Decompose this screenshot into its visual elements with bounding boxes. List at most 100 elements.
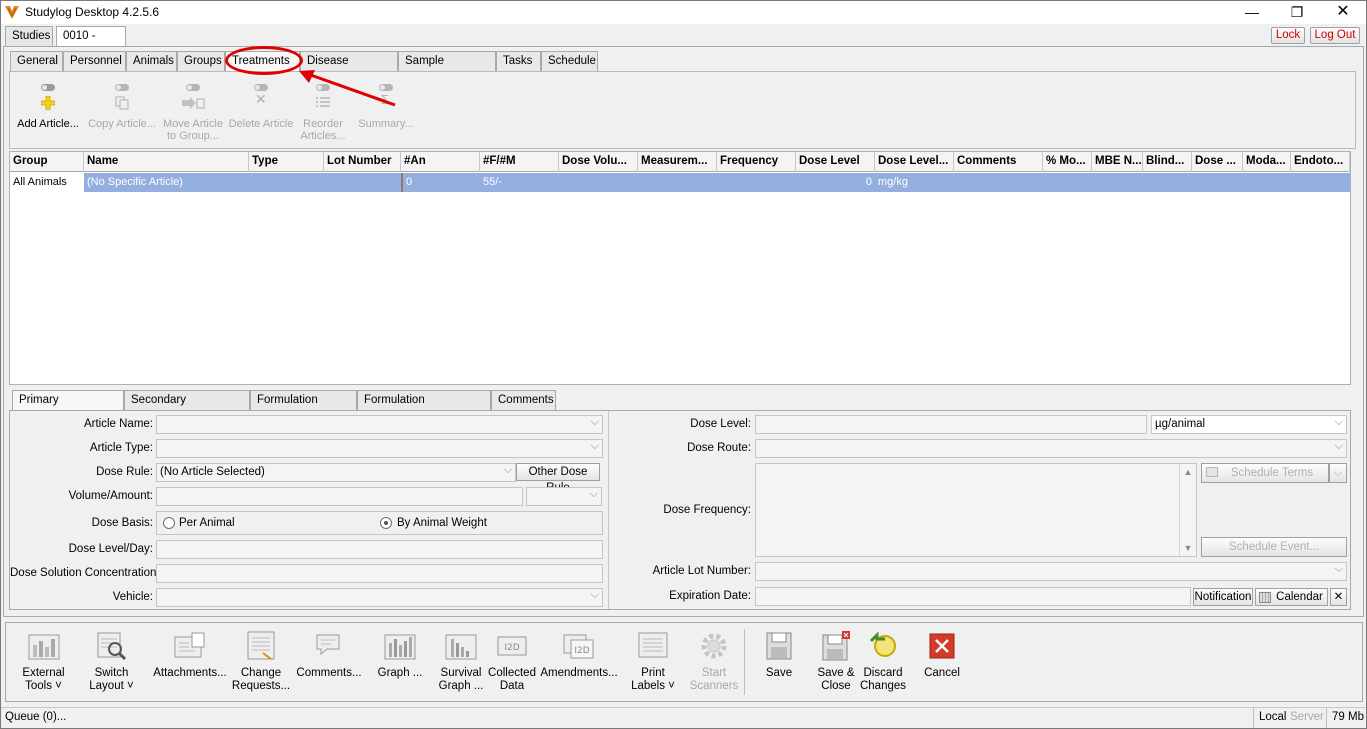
scrollbar[interactable]: ▲ ▼ bbox=[1179, 464, 1196, 556]
schedule-terms-label: Schedule Terms bbox=[1230, 467, 1314, 479]
reorder-articles-button[interactable]: Reorder Articles... bbox=[298, 82, 348, 142]
tab-general[interactable]: General bbox=[10, 51, 63, 71]
attachments-button[interactable]: Attachments... bbox=[150, 631, 230, 680]
maximize-button[interactable]: ❐ bbox=[1274, 1, 1320, 24]
server-status: Server bbox=[1290, 711, 1324, 723]
start-scanners-button[interactable]: Start Scanners bbox=[688, 631, 740, 693]
calendar-button[interactable]: Calendar bbox=[1255, 588, 1328, 606]
discard-changes-button[interactable]: Discard Changes bbox=[856, 631, 910, 693]
amendments-button[interactable]: I2D Amendments... bbox=[539, 631, 619, 680]
tab-formulation-components[interactable]: Formulation Components bbox=[357, 390, 491, 424]
dose-route-select[interactable] bbox=[755, 438, 1347, 458]
tab-animals[interactable]: Animals bbox=[126, 51, 177, 71]
move-article-button[interactable]: Move Article to Group... bbox=[160, 82, 226, 142]
tab-comments[interactable]: Comments bbox=[491, 390, 556, 410]
splitter[interactable] bbox=[608, 411, 609, 609]
column-header[interactable]: % Mo... bbox=[1043, 152, 1092, 172]
volume-unit-select[interactable] bbox=[526, 486, 602, 506]
tab-schedule[interactable]: Schedule bbox=[541, 51, 598, 71]
save-and-close-button[interactable]: Save & Close bbox=[810, 631, 862, 693]
column-header[interactable]: Group bbox=[10, 152, 84, 172]
summary-button[interactable]: Σ Summary... bbox=[354, 82, 418, 130]
tab-disease-induction[interactable]: Disease Induction bbox=[300, 51, 398, 85]
save-button[interactable]: Save bbox=[754, 631, 804, 680]
lock-button[interactable]: Lock bbox=[1271, 27, 1305, 44]
column-header[interactable]: Dose Level... bbox=[875, 152, 954, 172]
scroll-up-icon[interactable]: ▲ bbox=[1180, 464, 1196, 480]
copy-article-button[interactable]: Copy Article... bbox=[86, 82, 158, 130]
tab-groups[interactable]: Groups bbox=[177, 51, 225, 71]
print-labels-icon bbox=[637, 631, 669, 661]
clear-date-button[interactable]: ✕ bbox=[1330, 588, 1347, 606]
change-requests-button[interactable]: Change Requests... bbox=[230, 631, 292, 693]
per-animal-radio[interactable] bbox=[163, 517, 175, 529]
vehicle-select[interactable] bbox=[156, 587, 603, 607]
external-tools-button[interactable]: External Tools ˅ bbox=[16, 631, 71, 693]
by-animal-weight-radio[interactable] bbox=[380, 517, 392, 529]
tab-sample-collection[interactable]: Sample Collection bbox=[398, 51, 496, 85]
column-header[interactable]: Endoto... bbox=[1291, 152, 1350, 172]
dose-level-input[interactable] bbox=[755, 415, 1147, 434]
minimize-button[interactable]: — bbox=[1229, 1, 1275, 24]
column-header[interactable]: Moda... bbox=[1243, 152, 1291, 172]
article-type-select[interactable] bbox=[156, 438, 603, 458]
survival-graph-button[interactable]: Survival Graph ... bbox=[436, 631, 486, 693]
comments-button[interactable]: Comments... bbox=[296, 631, 362, 680]
column-header[interactable]: Type bbox=[249, 152, 324, 172]
column-header[interactable]: Blind... bbox=[1143, 152, 1192, 172]
column-header[interactable]: Comments bbox=[954, 152, 1043, 172]
volume-amount-input[interactable] bbox=[156, 487, 523, 506]
btn-label: Survival bbox=[440, 667, 482, 679]
column-header[interactable]: Dose Volu... bbox=[559, 152, 638, 172]
column-header[interactable]: Frequency bbox=[717, 152, 796, 172]
column-header[interactable]: Dose ... bbox=[1192, 152, 1243, 172]
column-header[interactable]: #An bbox=[401, 152, 480, 172]
scroll-down-icon[interactable]: ▼ bbox=[1180, 540, 1196, 556]
delete-article-button[interactable]: ✕ Delete Article bbox=[228, 82, 294, 130]
article-lot-number-select[interactable] bbox=[755, 561, 1347, 581]
column-header[interactable]: MBE N... bbox=[1092, 152, 1143, 172]
tab-primary-information[interactable]: Primary Information bbox=[12, 390, 124, 424]
tab-secondary-information[interactable]: Secondary Information bbox=[124, 390, 250, 424]
article-name-select[interactable] bbox=[156, 414, 603, 434]
dose-route-label: Dose Route: bbox=[687, 442, 751, 454]
dose-frequency-textarea[interactable]: ▲ ▼ bbox=[755, 463, 1197, 557]
tab-formulation-details[interactable]: Formulation Details bbox=[250, 390, 357, 424]
reorder-list-icon bbox=[313, 82, 333, 114]
schedule-terms-dropdown-icon[interactable]: ⌵ bbox=[1329, 463, 1347, 483]
graph-button[interactable]: Graph ... bbox=[372, 631, 428, 680]
tab-treatments[interactable]: Treatments bbox=[225, 51, 300, 72]
collected-data-button[interactable]: I2D Collected Data bbox=[488, 631, 536, 693]
other-dose-rule-button[interactable]: Other Dose Rule bbox=[516, 463, 600, 494]
dose-rule-select[interactable]: (No Article Selected) bbox=[156, 462, 516, 482]
expiration-date-input[interactable] bbox=[755, 587, 1191, 606]
dose-solution-label: Dose Solution Concentration: bbox=[10, 567, 160, 579]
column-header[interactable]: Measurem... bbox=[638, 152, 717, 172]
column-header[interactable]: Lot Number bbox=[324, 152, 401, 172]
logout-button[interactable]: Log Out bbox=[1310, 27, 1360, 44]
btn-label: Attachments... bbox=[153, 667, 227, 679]
title-bar: Studylog Desktop 4.2.5.6 — ❐ ✕ bbox=[1, 1, 1366, 24]
dose-level-unit-select[interactable]: µg/animal bbox=[1151, 414, 1347, 434]
print-labels-button[interactable]: Print Labels ˅ bbox=[626, 631, 680, 693]
dose-solution-input[interactable] bbox=[156, 564, 603, 583]
column-header[interactable]: Dose Level bbox=[796, 152, 875, 172]
tab-tasks[interactable]: Tasks bbox=[496, 51, 541, 71]
notification-button[interactable]: Notification bbox=[1193, 588, 1253, 606]
tab-studies[interactable]: Studies bbox=[5, 26, 53, 46]
column-header[interactable]: #F/#M bbox=[480, 152, 559, 172]
queue-status[interactable]: Queue (0)... bbox=[5, 711, 66, 723]
dose-level-day-input[interactable] bbox=[156, 540, 603, 559]
cancel-button[interactable]: Cancel bbox=[918, 631, 966, 680]
column-header[interactable]: Name bbox=[84, 152, 249, 172]
schedule-terms-button[interactable]: Schedule Terms bbox=[1201, 463, 1329, 483]
tab-study-0010[interactable]: 0010 - New bbox=[56, 26, 126, 60]
cell-dose-level: 0 bbox=[865, 176, 872, 188]
tab-personnel[interactable]: Personnel bbox=[63, 51, 126, 71]
table-row[interactable]: All Animals (No Specific Article) 0 55/-… bbox=[10, 173, 1350, 192]
add-article-button[interactable]: Add Article... bbox=[13, 82, 83, 130]
close-window-button[interactable]: ✕ bbox=[1320, 1, 1366, 24]
btn-label: Layout ˅ bbox=[89, 680, 134, 692]
schedule-event-button[interactable]: Schedule Event... bbox=[1201, 537, 1347, 557]
switch-layout-button[interactable]: Switch Layout ˅ bbox=[84, 631, 139, 693]
